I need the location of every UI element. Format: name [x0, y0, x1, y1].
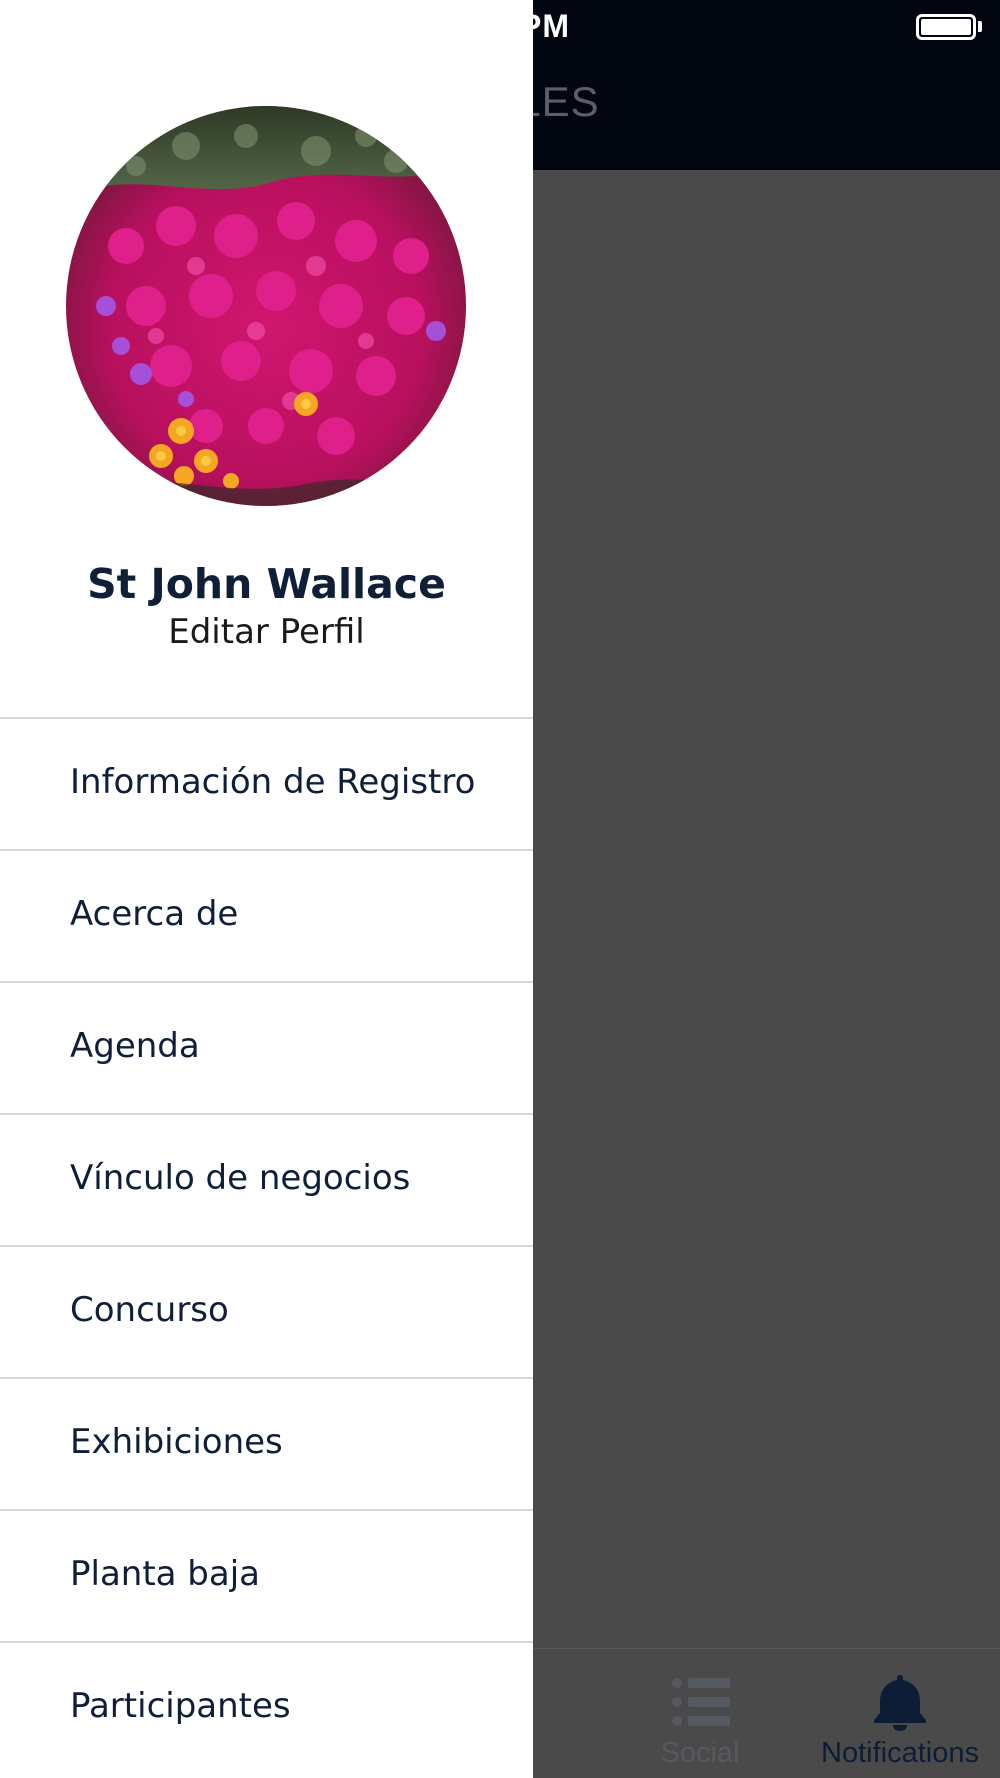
side-drawer: St John Wallace Editar Perfil Informació… [0, 0, 533, 1778]
tab-notifications-label: Notifications [821, 1737, 979, 1769]
battery-icon [916, 14, 976, 40]
bell-icon [874, 1675, 926, 1731]
avatar[interactable] [66, 106, 466, 506]
battery-tip [978, 21, 982, 32]
flower-photo-image [66, 106, 466, 506]
menu-item-label: Información de Registro [70, 762, 476, 802]
edit-profile-link[interactable]: Editar Perfil [0, 612, 533, 652]
app-screen: PM CIALES Social [0, 0, 1000, 1778]
menu-item-label: Participantes [70, 1686, 291, 1726]
tab-notifications[interactable]: Notifications [800, 1649, 1000, 1778]
menu-item-label: Agenda [70, 1026, 200, 1066]
menu-item-participants[interactable]: Participantes [0, 1641, 533, 1773]
tab-social-label: Social [660, 1737, 740, 1769]
menu-item-ground-floor[interactable]: Planta baja [0, 1509, 533, 1641]
menu-item-about[interactable]: Acerca de [0, 849, 533, 981]
menu-item-agenda[interactable]: Agenda [0, 981, 533, 1113]
profile-name: St John Wallace [87, 560, 446, 608]
tab-social[interactable]: Social [600, 1649, 800, 1778]
menu-item-label: Concurso [70, 1290, 229, 1330]
menu-item-contest[interactable]: Concurso [0, 1245, 533, 1377]
menu-item-exhibitions[interactable]: Exhibiciones [0, 1377, 533, 1509]
drawer-menu: Información de Registro Acerca de Agenda… [0, 717, 533, 1773]
menu-item-label: Exhibiciones [70, 1422, 283, 1462]
menu-item-label: Acerca de [70, 894, 239, 934]
menu-item-label: Planta baja [70, 1554, 261, 1594]
menu-item-registration-info[interactable]: Información de Registro [0, 717, 533, 849]
menu-item-business-link[interactable]: Vínculo de negocios [0, 1113, 533, 1245]
list-icon [672, 1678, 730, 1726]
menu-item-label: Vínculo de negocios [70, 1158, 411, 1198]
